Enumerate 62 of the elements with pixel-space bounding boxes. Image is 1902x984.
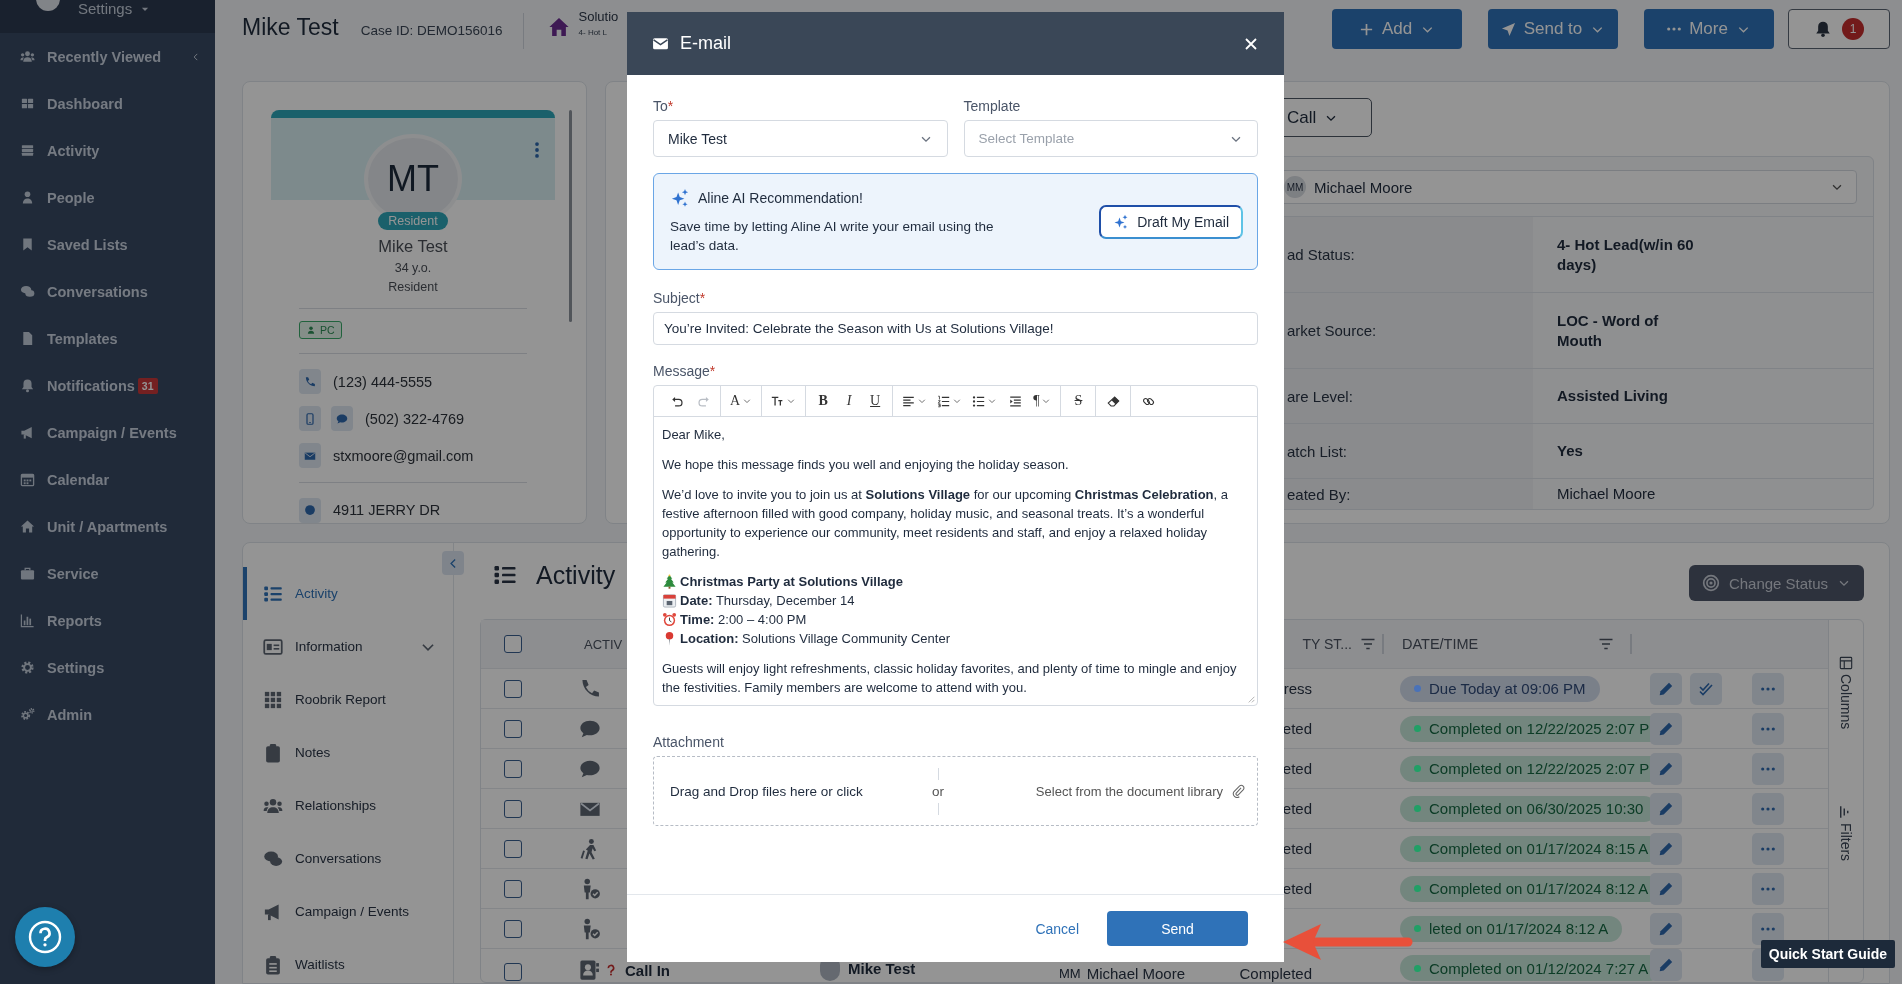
- section-title: Activity: [536, 560, 616, 590]
- placeholder: Select Template: [978, 131, 1075, 146]
- to-label: To: [653, 98, 668, 114]
- card-text: Save time by letting Aline AI write your email using the lead’s data.: [670, 218, 995, 255]
- column-header: ACTIV: [584, 636, 623, 652]
- required-mark: *: [709, 363, 716, 379]
- owner-avatar: MM: [1284, 176, 1306, 198]
- or-text: or: [932, 783, 944, 799]
- date-text: Due Today at 09:06 PM: [1429, 680, 1586, 697]
- date-text: Completed on 01/17/2024 8:12 A: [1429, 880, 1649, 897]
- lead-name: Mike Test: [242, 14, 339, 41]
- column-header: DATE/TIME: [1402, 636, 1479, 652]
- status-text: eted: [1282, 880, 1312, 897]
- age-text: 34 y.o.: [394, 261, 432, 276]
- owner-name: Michael Moore: [1086, 966, 1186, 981]
- date-text: Completed on 01/12/2024 7:27 A: [1429, 960, 1649, 976]
- date-text: Completed on 12/22/2025 2:07 P: [1429, 720, 1650, 737]
- phone-number: (123) 444-5555: [333, 373, 433, 390]
- email-address: stxmoore@gmail.com: [333, 447, 474, 464]
- event-detail: Christmas Party at Solutions Village: [680, 573, 903, 591]
- tag-label: PC: [320, 324, 335, 337]
- status-text: Completed: [1239, 966, 1312, 981]
- activity-name: Call In: [625, 962, 670, 978]
- owner-initials: MM: [1059, 966, 1081, 981]
- message-paragraph: We’d love to invite you to join us at Solutions Village for our upcoming Christmas Celebration, a festive afternoon filled with good company, holiday music, and seasonal treats. It’s a wonderful opportunity to experience our community, meet residents and staff, and enjoy a relaxed holiday gathering.: [662, 486, 1229, 561]
- role-text: Resident: [388, 280, 438, 295]
- message-paragraph: We hope this message finds you well and enjoying the holiday season.: [662, 456, 1070, 474]
- notification-count: 1: [1842, 18, 1864, 40]
- subject-label: Subject: [653, 290, 700, 306]
- status-text: eted: [1282, 840, 1312, 857]
- lead-status: 4- Hot L: [578, 28, 608, 37]
- status-text: ress: [1283, 680, 1312, 697]
- required-mark: *: [667, 98, 674, 114]
- required-mark: *: [699, 290, 706, 306]
- owner-name: Michael Moore: [1314, 178, 1413, 196]
- date-text: leted on 01/17/2024 8:12 A: [1429, 920, 1609, 937]
- message-paragraph: Guests will enjoy light refreshments, classic holiday favorites, and plenty of time to mingle and enjoy the festivities. Family members are welcome to attend with you.: [662, 660, 1238, 697]
- community-name: Solutio: [578, 9, 619, 24]
- date-text: Completed on 06/30/2025 10:30: [1429, 800, 1644, 817]
- dialog-title: E-mail: [680, 33, 731, 54]
- column-header: TY ST...: [1302, 636, 1352, 652]
- event-detail: Date: Thursday, December 14: [680, 592, 855, 610]
- date-text: Completed on 12/22/2025 2:07 P: [1429, 760, 1650, 777]
- attachment-label: Attachment: [653, 734, 724, 750]
- contact-name: Mike Test: [848, 960, 916, 976]
- status-text: eted: [1282, 760, 1312, 777]
- template-label: Template: [963, 98, 1021, 114]
- mobile-number: (502) 322-4769: [365, 410, 465, 427]
- case-id: Case ID: DEMO156016: [360, 23, 503, 38]
- status-text: eted: [1282, 800, 1312, 817]
- date-text: Completed on 01/17/2024 8:15 A: [1429, 840, 1649, 857]
- person-name: Mike Test: [378, 237, 448, 257]
- street-address: 4911 JERRY DR: [333, 502, 441, 519]
- message-paragraph: Dear Mike,: [662, 426, 726, 444]
- status-text: eted: [1282, 720, 1312, 737]
- message-label: Message: [653, 363, 710, 379]
- event-detail: Time: 2:00 – 4:00 PM: [680, 611, 807, 629]
- card-title: Aline AI Recommendation!: [698, 190, 863, 206]
- selected-value: Mike Test: [668, 130, 727, 147]
- resident-badge: Resident: [378, 212, 448, 231]
- count-badge: 31: [137, 377, 158, 394]
- event-detail: Location: Solutions Village Community Center: [680, 630, 950, 648]
